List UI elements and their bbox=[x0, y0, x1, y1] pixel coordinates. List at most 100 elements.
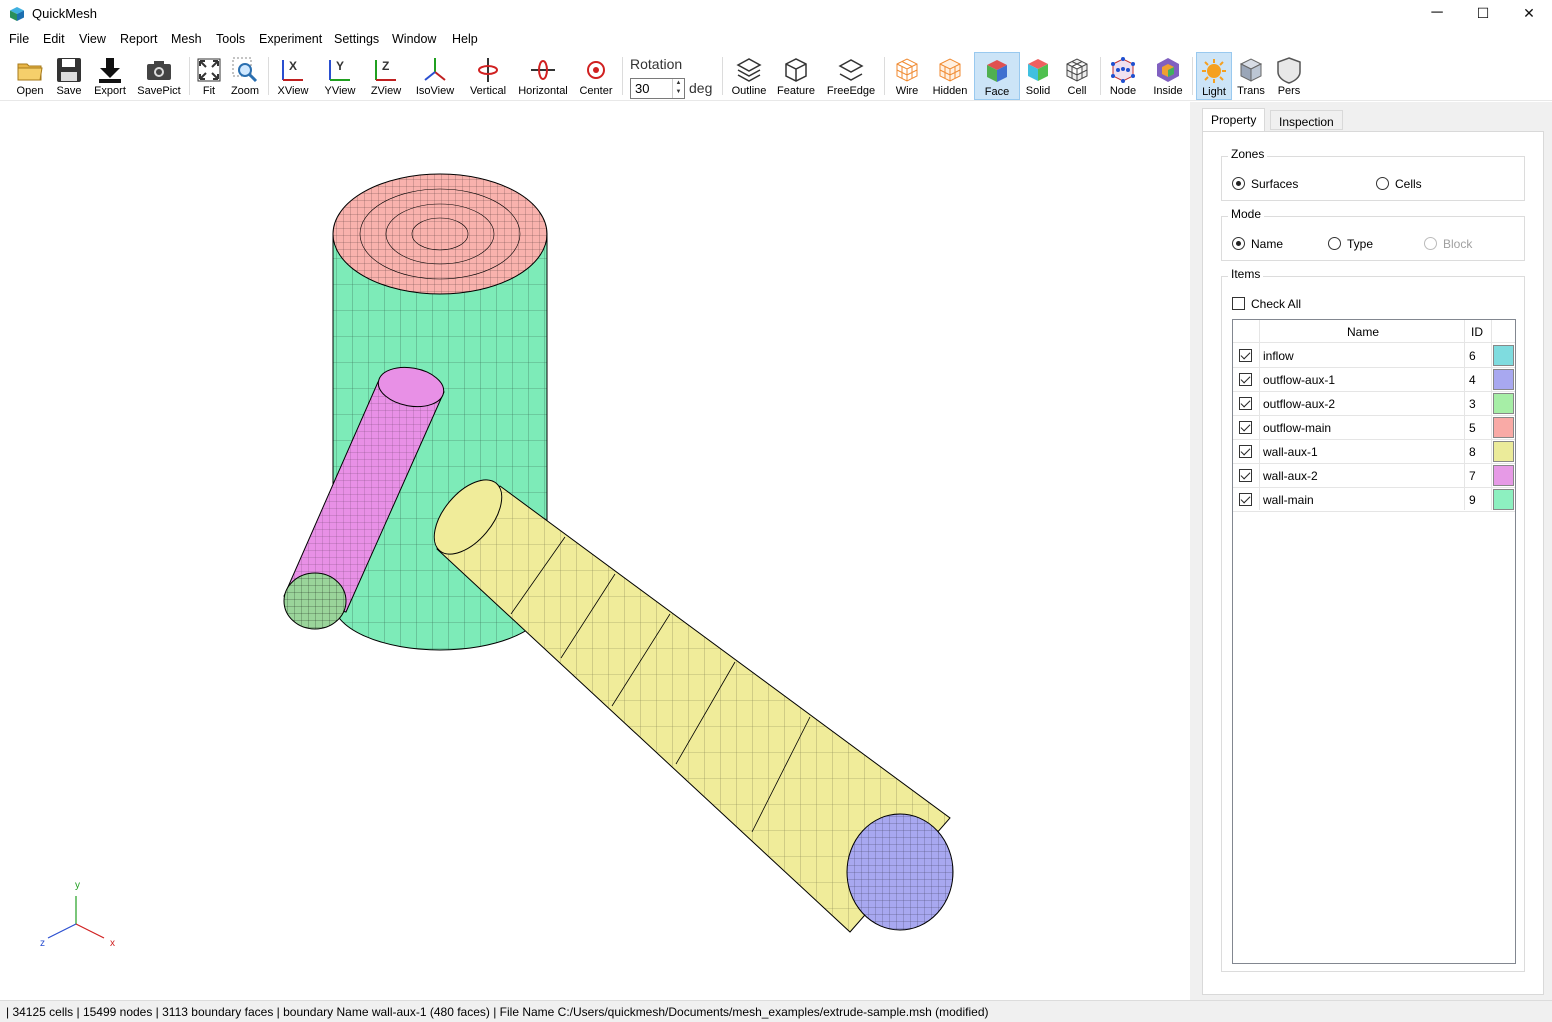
outline-button[interactable]: Outline bbox=[728, 52, 770, 100]
items-group: Items Check All Name ID inflow 6 outflow-a… bbox=[1221, 267, 1525, 972]
pers-icon bbox=[1277, 57, 1301, 84]
title-bar: QuickMesh ─ ☐ ✕ bbox=[0, 0, 1552, 28]
axis-x-label: x bbox=[110, 938, 115, 949]
row-id: 7 bbox=[1469, 469, 1476, 483]
panel-splitter[interactable] bbox=[1190, 102, 1200, 1000]
row-color-swatch[interactable] bbox=[1493, 369, 1514, 390]
menu-edit[interactable]: Edit bbox=[43, 32, 65, 46]
axis-y-label: y bbox=[75, 880, 80, 891]
freeedge-icon bbox=[838, 59, 864, 81]
table-row[interactable]: outflow-main 5 bbox=[1233, 416, 1515, 440]
column-name-header[interactable]: Name bbox=[1347, 325, 1379, 339]
menu-view[interactable]: View bbox=[79, 32, 106, 46]
horizontal-rotate-button[interactable]: Horizontal bbox=[516, 52, 570, 100]
rotation-spinbox[interactable]: 30 ▲ ▼ bbox=[630, 78, 685, 99]
vertical-rotate-button[interactable]: Vertical bbox=[466, 52, 510, 100]
fit-button[interactable]: Fit bbox=[193, 52, 225, 100]
row-name: outflow-aux-2 bbox=[1263, 397, 1336, 411]
table-row[interactable]: outflow-aux-1 4 bbox=[1233, 368, 1515, 392]
table-row[interactable]: outflow-aux-2 3 bbox=[1233, 392, 1515, 416]
items-table: Name ID inflow 6 outflow-aux-1 4 outflow-aux… bbox=[1232, 319, 1516, 964]
zview-button[interactable]: Z ZView bbox=[366, 52, 406, 100]
row-color-swatch[interactable] bbox=[1493, 465, 1514, 486]
save-button[interactable]: Save bbox=[50, 52, 88, 100]
menu-settings[interactable]: Settings bbox=[334, 32, 379, 46]
surfaces-radio[interactable]: Surfaces bbox=[1232, 177, 1298, 191]
menu-report[interactable]: Report bbox=[120, 32, 158, 46]
row-checkbox[interactable] bbox=[1239, 373, 1252, 386]
wire-icon bbox=[896, 58, 918, 82]
xview-icon: X bbox=[282, 59, 303, 81]
savepict-button[interactable]: SavePict bbox=[136, 52, 182, 100]
row-id: 4 bbox=[1469, 373, 1476, 387]
column-id-header[interactable]: ID bbox=[1471, 325, 1483, 339]
menu-help[interactable]: Help bbox=[452, 32, 478, 46]
close-button[interactable]: ✕ bbox=[1506, 0, 1552, 28]
menu-bar: File Edit View Report Mesh Tools Experim… bbox=[0, 29, 1552, 51]
spin-arrows-icon[interactable]: ▲ ▼ bbox=[672, 79, 684, 98]
axis-z-label: z bbox=[40, 938, 45, 949]
mode-title: Mode bbox=[1228, 207, 1265, 221]
row-checkbox[interactable] bbox=[1239, 421, 1252, 434]
row-color-swatch[interactable] bbox=[1493, 417, 1514, 438]
zones-title: Zones bbox=[1228, 147, 1268, 161]
table-row[interactable]: inflow 6 bbox=[1233, 344, 1515, 368]
menu-file[interactable]: File bbox=[9, 32, 29, 46]
trans-button[interactable]: Trans bbox=[1234, 52, 1268, 100]
type-radio[interactable]: Type bbox=[1328, 237, 1373, 251]
cell-icon bbox=[1066, 58, 1088, 82]
3d-viewport[interactable]: y x z bbox=[0, 102, 1190, 1000]
inside-button[interactable]: Inside bbox=[1148, 52, 1188, 100]
cell-button[interactable]: Cell bbox=[1060, 52, 1094, 100]
app-logo-icon bbox=[10, 7, 24, 21]
mesh-render[interactable]: y x z bbox=[0, 102, 1190, 1000]
node-button[interactable]: Node bbox=[1104, 52, 1142, 100]
hidden-button[interactable]: Hidden bbox=[930, 52, 970, 100]
maximize-button[interactable]: ☐ bbox=[1460, 0, 1506, 28]
yview-button[interactable]: Y YView bbox=[320, 52, 360, 100]
minimize-button[interactable]: ─ bbox=[1414, 0, 1460, 28]
svg-text:Z: Z bbox=[382, 59, 389, 73]
wire-button[interactable]: Wire bbox=[890, 52, 924, 100]
table-row[interactable]: wall-aux-1 8 bbox=[1233, 440, 1515, 464]
menu-tools[interactable]: Tools bbox=[216, 32, 245, 46]
row-checkbox[interactable] bbox=[1239, 493, 1252, 506]
row-checkbox[interactable] bbox=[1239, 469, 1252, 482]
menu-window[interactable]: Window bbox=[392, 32, 436, 46]
xview-button[interactable]: X XView bbox=[274, 52, 312, 100]
isoview-button[interactable]: IsoView bbox=[412, 52, 458, 100]
table-row[interactable]: wall-aux-2 7 bbox=[1233, 464, 1515, 488]
tab-property[interactable]: Property bbox=[1202, 108, 1266, 132]
outflow-aux-1-surface bbox=[846, 813, 954, 931]
name-radio[interactable]: Name bbox=[1232, 237, 1283, 251]
light-button[interactable]: Light bbox=[1196, 52, 1232, 100]
pers-button[interactable]: Pers bbox=[1272, 52, 1306, 100]
center-button[interactable]: Center bbox=[576, 52, 616, 100]
block-radio: Block bbox=[1424, 237, 1472, 251]
row-name: wall-aux-1 bbox=[1263, 445, 1318, 459]
rotation-value: 30 bbox=[635, 81, 650, 96]
open-button[interactable]: Open bbox=[10, 52, 50, 100]
cells-radio[interactable]: Cells bbox=[1376, 177, 1422, 191]
face-button[interactable]: Face bbox=[974, 52, 1020, 100]
check-all-checkbox[interactable]: Check All bbox=[1232, 297, 1301, 311]
zoom-button[interactable]: Zoom bbox=[228, 52, 262, 100]
row-checkbox[interactable] bbox=[1239, 397, 1252, 410]
menu-mesh[interactable]: Mesh bbox=[171, 32, 202, 46]
feature-button[interactable]: Feature bbox=[774, 52, 818, 100]
row-checkbox[interactable] bbox=[1239, 445, 1252, 458]
row-color-swatch[interactable] bbox=[1493, 345, 1514, 366]
row-color-swatch[interactable] bbox=[1493, 393, 1514, 414]
tab-inspection[interactable]: Inspection bbox=[1270, 110, 1343, 130]
solid-button[interactable]: Solid bbox=[1022, 52, 1054, 100]
row-id: 9 bbox=[1469, 493, 1476, 507]
feature-icon bbox=[785, 58, 807, 82]
items-title: Items bbox=[1228, 267, 1264, 281]
table-row[interactable]: wall-main 9 bbox=[1233, 488, 1515, 512]
menu-experiment[interactable]: Experiment bbox=[259, 32, 322, 46]
export-button[interactable]: Export bbox=[90, 52, 130, 100]
freeedge-button[interactable]: FreeEdge bbox=[824, 52, 878, 100]
row-checkbox[interactable] bbox=[1239, 349, 1252, 362]
row-color-swatch[interactable] bbox=[1493, 441, 1514, 462]
row-color-swatch[interactable] bbox=[1493, 489, 1514, 510]
